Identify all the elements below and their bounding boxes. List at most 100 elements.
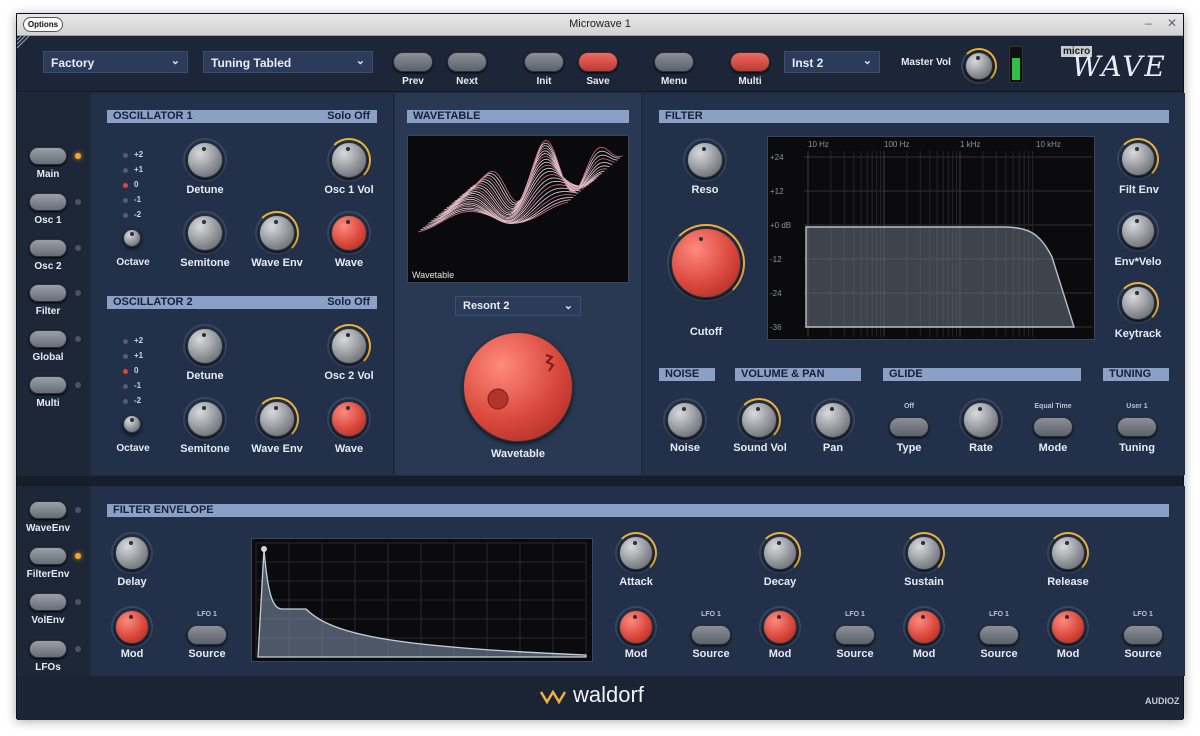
envelope-attack-handle[interactable] <box>261 546 267 552</box>
osc2-wave-knob[interactable] <box>331 401 367 437</box>
osc1-octave-led-1[interactable] <box>123 168 128 173</box>
pan-knob[interactable] <box>815 402 851 438</box>
patch-dropdown[interactable]: Tuning Tabled ⌄ <box>203 51 373 73</box>
env-attack-knob[interactable] <box>619 536 653 570</box>
osc1-octave-led-2[interactable] <box>123 183 128 188</box>
tuning-value: User 1 <box>1126 403 1148 410</box>
master-vol-knob[interactable] <box>965 52 993 80</box>
sidebar-button-5[interactable] <box>29 376 67 394</box>
glide-type-button[interactable] <box>889 417 929 437</box>
osc1-detune-knob[interactable] <box>187 142 223 178</box>
osc1-octave-value-0: +2 <box>134 150 144 159</box>
sidebar-button-0[interactable] <box>29 147 67 165</box>
env-release-mod-knob[interactable] <box>1051 610 1085 644</box>
footer: waldorf AUDIOZ <box>17 676 1183 720</box>
sidebar-env-button-1[interactable] <box>29 547 67 565</box>
env-decay-knob[interactable] <box>763 536 797 570</box>
sidebar-led-3 <box>75 290 81 296</box>
sidebar-label-3: Filter <box>35 306 61 317</box>
wavetable-knob[interactable] <box>463 332 573 442</box>
envelope-curve <box>255 542 587 658</box>
env-sustain-mod-knob[interactable] <box>907 610 941 644</box>
osc2-octave-led-2[interactable] <box>123 369 128 374</box>
env-delay-pointer <box>128 540 133 545</box>
sidebar-button-1[interactable] <box>29 193 67 211</box>
osc2-semitone-knob[interactable] <box>187 401 223 437</box>
sidebar-env-button-3[interactable] <box>29 640 67 658</box>
env-sustain-source-button[interactable] <box>979 625 1019 645</box>
glide-header: GLIDE <box>883 368 1081 381</box>
osc1-octave-knob[interactable] <box>123 229 141 247</box>
sidebar-env-button-0[interactable] <box>29 501 67 519</box>
osc2-solo[interactable]: Solo Off <box>327 296 370 309</box>
glide-rate-knob[interactable] <box>963 402 999 438</box>
osc1-semitone-knob[interactable] <box>187 215 223 251</box>
reso-knob[interactable] <box>687 142 723 178</box>
cutoff-knob[interactable] <box>671 228 741 298</box>
menu-button[interactable] <box>654 52 694 72</box>
noise-knob[interactable] <box>667 402 703 438</box>
osc2-octave-knob[interactable] <box>123 415 141 433</box>
wavetable-dropdown[interactable]: Resont 2 ⌄ <box>455 296 581 316</box>
minimize-icon[interactable]: – <box>1145 16 1152 30</box>
sound-vol-knob[interactable] <box>741 402 777 438</box>
init-button[interactable] <box>524 52 564 72</box>
env-decay-mod-knob[interactable] <box>763 610 797 644</box>
env-release-source-button[interactable] <box>1123 625 1163 645</box>
patch-value: Tuning Tabled <box>211 56 292 70</box>
osc1-octave-led-0[interactable] <box>123 153 128 158</box>
resize-grip-icon[interactable] <box>17 36 33 50</box>
bank-value: Factory <box>51 56 95 70</box>
glide-mode-value: Equal Time <box>1034 403 1072 410</box>
save-button[interactable] <box>578 52 618 72</box>
osc2-detune-label: Detune <box>186 370 224 382</box>
env-attack-mod-knob[interactable] <box>619 610 653 644</box>
env-sustain-knob[interactable] <box>907 536 941 570</box>
env-release-knob[interactable] <box>1051 536 1085 570</box>
waldorf-brand: waldorf <box>573 682 644 707</box>
osc2-octave-led-3[interactable] <box>123 384 128 389</box>
osc1-wave-env-knob[interactable] <box>259 215 295 251</box>
noise-label: Noise <box>670 442 700 454</box>
title-bar: Options Microwave 1 – ✕ <box>17 14 1183 36</box>
osc2-vol-knob[interactable] <box>331 328 367 364</box>
osc1-wave-knob[interactable] <box>331 215 367 251</box>
glide-type-label: Type <box>896 442 922 454</box>
instrument-dropdown[interactable]: Inst 2 ⌄ <box>784 51 880 73</box>
window-title: Microwave 1 <box>569 18 631 30</box>
env-velo-knob[interactable] <box>1121 214 1155 248</box>
osc1-vol-knob[interactable] <box>331 142 367 178</box>
env-delay-source-button[interactable] <box>187 625 227 645</box>
filt-env-knob[interactable] <box>1121 142 1155 176</box>
sidebar-env-button-2[interactable] <box>29 593 67 611</box>
env-attack-source-button[interactable] <box>691 625 731 645</box>
osc2-detune-knob[interactable] <box>187 328 223 364</box>
env-decay-source-button[interactable] <box>835 625 875 645</box>
osc2-semitone-pointer <box>201 406 206 411</box>
multi-button[interactable] <box>730 52 770 72</box>
sidebar-env-led-1 <box>75 553 81 559</box>
sidebar-button-4[interactable] <box>29 330 67 348</box>
env-delay-mod-knob[interactable] <box>115 610 149 644</box>
sidebar-button-2[interactable] <box>29 239 67 257</box>
sidebar-button-3[interactable] <box>29 284 67 302</box>
tuning-header: TUNING <box>1103 368 1169 381</box>
osc2-octave-led-0[interactable] <box>123 339 128 344</box>
glide-mode-button[interactable] <box>1033 417 1073 437</box>
env-delay-knob[interactable] <box>115 536 149 570</box>
chevron-down-icon: ⌄ <box>355 55 365 67</box>
prev-button[interactable] <box>393 52 433 72</box>
osc1-solo[interactable]: Solo Off <box>327 110 370 123</box>
keytrack-knob[interactable] <box>1121 286 1155 320</box>
osc1-octave-led-4[interactable] <box>123 213 128 218</box>
osc2-wave-env-knob[interactable] <box>259 401 295 437</box>
tuning-button[interactable] <box>1117 417 1157 437</box>
close-icon[interactable]: ✕ <box>1167 16 1177 30</box>
osc1-octave-led-3[interactable] <box>123 198 128 203</box>
osc2-octave-led-1[interactable] <box>123 354 128 359</box>
bank-dropdown[interactable]: Factory ⌄ <box>43 51 188 73</box>
env-sustain-mod-label: Mod <box>912 648 936 660</box>
filt-env-label: Filt Env <box>1119 184 1159 196</box>
next-button[interactable] <box>447 52 487 72</box>
osc2-octave-led-4[interactable] <box>123 399 128 404</box>
